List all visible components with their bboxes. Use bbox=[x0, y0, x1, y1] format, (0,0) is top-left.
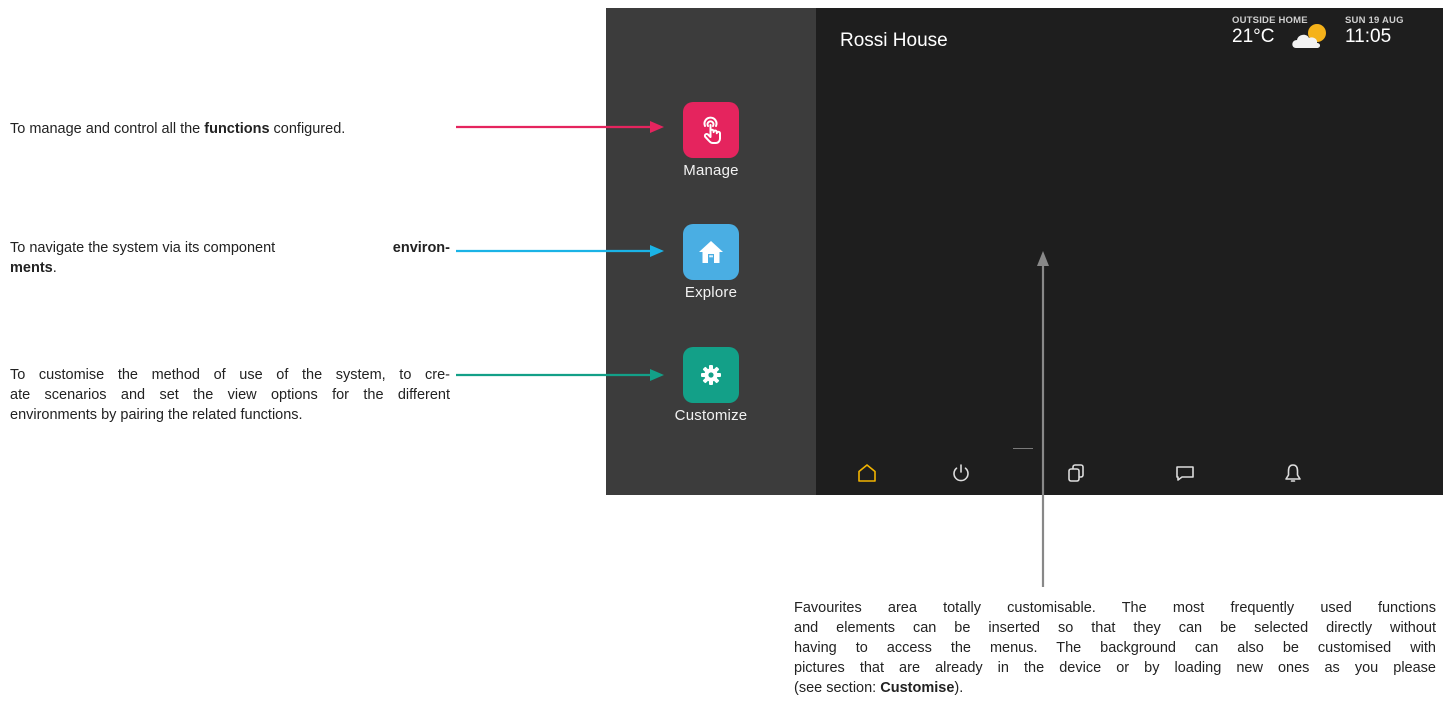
favourites-arrow bbox=[1037, 251, 1049, 587]
customize-arrow bbox=[456, 369, 664, 381]
manage-arrow bbox=[456, 121, 664, 133]
callout-arrows bbox=[456, 121, 1049, 587]
explore-arrow bbox=[456, 245, 664, 257]
